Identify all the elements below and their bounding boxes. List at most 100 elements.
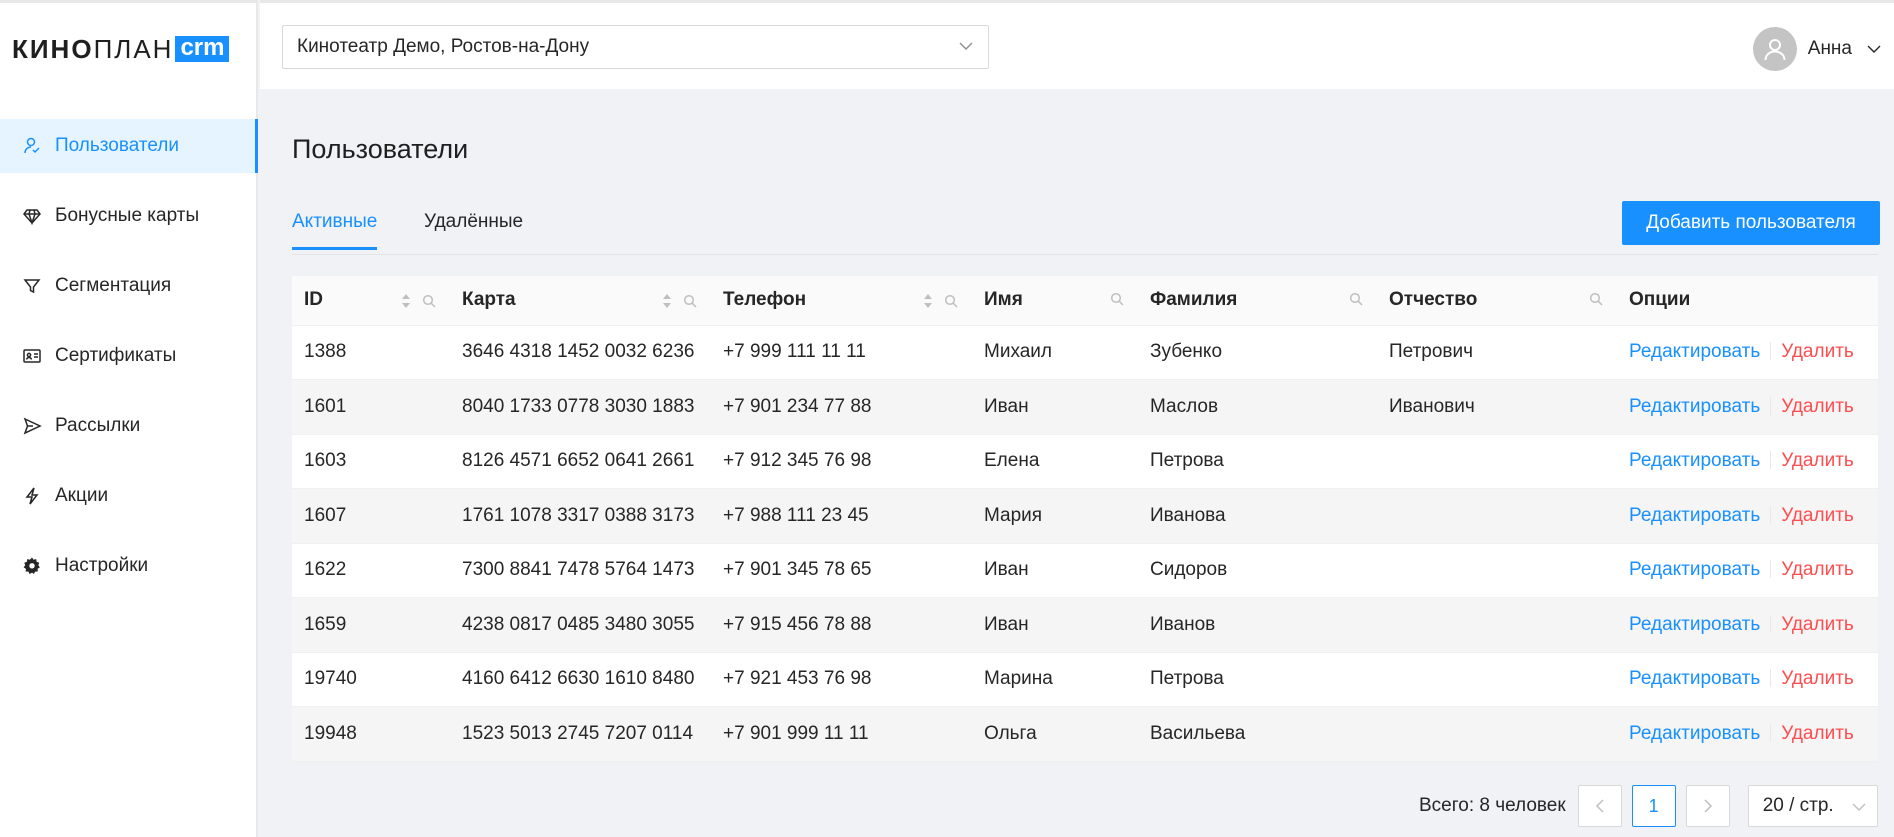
search-icon[interactable] xyxy=(1110,292,1124,306)
cinema-select[interactable]: Кинотеатр Демо, Ростов-на-Дону xyxy=(282,25,989,69)
add-user-button[interactable]: Добавить пользователя xyxy=(1622,201,1880,245)
edit-link[interactable]: Редактировать xyxy=(1629,396,1760,417)
cell-card: 8040 1733 0778 3030 1883 xyxy=(450,379,711,435)
divider xyxy=(1770,396,1772,415)
page-button-current[interactable]: 1 xyxy=(1631,785,1676,827)
delete-link[interactable]: Удалить xyxy=(1781,505,1854,526)
edit-link[interactable]: Редактировать xyxy=(1629,505,1760,526)
delete-link[interactable]: Удалить xyxy=(1781,396,1854,417)
edit-link[interactable]: Редактировать xyxy=(1629,450,1760,471)
cell-options: Редактировать Удалить xyxy=(1617,434,1878,489)
sidebar-nav: Пользователи Бонусные карты Сегментация … xyxy=(0,119,258,609)
sidebar-item-settings[interactable]: Настройки xyxy=(0,539,258,593)
sidebar-item-mailings[interactable]: Рассылки xyxy=(0,399,258,453)
cell-options: Редактировать Удалить xyxy=(1617,543,1878,598)
table-row: 1607 1761 1078 3317 0388 3173 +7 988 111 2… xyxy=(292,488,1878,544)
column-header-phone: Телефон xyxy=(711,276,972,326)
sidebar-item-promotions[interactable]: Акции xyxy=(0,469,258,523)
sidebar-item-label: Бонусные карты xyxy=(55,205,200,226)
delete-link[interactable]: Удалить xyxy=(1781,614,1854,635)
cell-phone: +7 901 234 77 88 xyxy=(711,379,972,435)
logo[interactable]: КИНО ПЛАН crm xyxy=(12,33,230,64)
cell-middle-name: Иванович xyxy=(1377,379,1617,435)
cell-card: 4238 0817 0485 3480 3055 xyxy=(450,597,711,653)
sort-icon[interactable] xyxy=(922,292,934,310)
divider xyxy=(1770,505,1772,524)
cell-last-name: Петрова xyxy=(1138,434,1377,489)
next-page-button[interactable] xyxy=(1685,785,1730,827)
cell-id: 1607 xyxy=(292,488,450,544)
edit-link[interactable]: Редактировать xyxy=(1629,341,1760,362)
edit-link[interactable]: Редактировать xyxy=(1629,614,1760,635)
delete-link[interactable]: Удалить xyxy=(1781,450,1854,471)
table-row: 19948 1523 5013 2745 7207 0114 +7 901 999 … xyxy=(292,706,1878,762)
edit-link[interactable]: Редактировать xyxy=(1629,559,1760,580)
sort-icon[interactable] xyxy=(661,292,673,310)
sidebar-item-certificates[interactable]: Сертификаты xyxy=(0,329,258,383)
user-menu[interactable]: Анна xyxy=(1752,27,1882,71)
filter-icon xyxy=(22,276,42,296)
chevron-right-icon xyxy=(1704,799,1712,813)
cell-middle-name xyxy=(1377,706,1617,762)
chevron-down-icon xyxy=(1852,803,1866,811)
cell-card: 1523 5013 2745 7207 0114 xyxy=(450,706,711,762)
search-icon[interactable] xyxy=(422,294,436,308)
sidebar-item-segmentation[interactable]: Сегментация xyxy=(0,259,258,313)
cell-id: 1622 xyxy=(292,543,450,598)
cell-id: 1388 xyxy=(292,325,450,380)
search-icon[interactable] xyxy=(683,294,697,308)
cell-phone: +7 999 111 11 11 xyxy=(711,325,972,380)
search-icon[interactable] xyxy=(1349,292,1363,306)
cell-last-name: Сидоров xyxy=(1138,543,1377,598)
cell-id: 1601 xyxy=(292,379,450,435)
cell-options: Редактировать Удалить xyxy=(1617,379,1878,435)
id-card-icon xyxy=(22,346,42,366)
page-size-select[interactable]: 20 / стр. xyxy=(1747,785,1878,827)
cell-first-name: Иван xyxy=(972,543,1138,598)
cinema-select-value: Кинотеатр Демо, Ростов-на-Дону xyxy=(297,36,590,57)
delete-link[interactable]: Удалить xyxy=(1781,341,1854,362)
cell-options: Редактировать Удалить xyxy=(1617,597,1878,653)
delete-link[interactable]: Удалить xyxy=(1781,723,1854,744)
search-icon[interactable] xyxy=(944,294,958,308)
divider xyxy=(1770,451,1772,470)
sort-icon[interactable] xyxy=(400,292,412,310)
sidebar-item-users[interactable]: Пользователи xyxy=(0,119,258,173)
cell-id: 1659 xyxy=(292,597,450,653)
column-header-card: Карта xyxy=(450,276,711,326)
cell-phone: +7 901 345 78 65 xyxy=(711,543,972,598)
sidebar-item-bonus-cards[interactable]: Бонусные карты xyxy=(0,189,258,243)
delete-link[interactable]: Удалить xyxy=(1781,559,1854,580)
sidebar-item-label: Акции xyxy=(55,485,109,506)
chevron-down-icon xyxy=(1867,45,1881,53)
page-title: Пользователи xyxy=(292,134,469,164)
cell-first-name: Мария xyxy=(972,488,1138,544)
delete-link[interactable]: Удалить xyxy=(1781,668,1854,689)
logo-text-plan: ПЛАН xyxy=(93,33,174,64)
sidebar-item-label: Сегментация xyxy=(55,275,172,296)
send-icon xyxy=(22,416,42,436)
chevron-left-icon xyxy=(1595,799,1604,813)
cell-phone: +7 915 456 78 88 xyxy=(711,597,972,653)
table-row: 1601 8040 1733 0778 3030 1883 +7 901 234 7… xyxy=(292,379,1878,435)
sidebar-item-label: Пользователи xyxy=(55,135,180,156)
avatar xyxy=(1752,27,1797,71)
cell-id: 19948 xyxy=(292,706,450,762)
cell-options: Редактировать Удалить xyxy=(1617,488,1878,544)
tab-active[interactable]: Активные xyxy=(292,211,378,250)
edit-link[interactable]: Редактировать xyxy=(1629,668,1760,689)
cell-first-name: Иван xyxy=(972,379,1138,435)
lightning-icon xyxy=(22,486,42,506)
logo-text-kino: КИНО xyxy=(12,33,94,64)
column-header-id: ID xyxy=(292,276,450,326)
logo-badge-crm: crm xyxy=(175,36,230,62)
page-size-value: 20 / стр. xyxy=(1762,795,1834,816)
tab-deleted[interactable]: Удалённые xyxy=(424,211,523,249)
edit-link[interactable]: Редактировать xyxy=(1629,723,1760,744)
cell-card: 1761 1078 3317 0388 3173 xyxy=(450,488,711,544)
user-icon xyxy=(1764,39,1786,61)
cell-middle-name xyxy=(1377,488,1617,544)
diamond-icon xyxy=(22,206,42,226)
prev-page-button[interactable] xyxy=(1577,785,1622,827)
search-icon[interactable] xyxy=(1589,292,1603,306)
